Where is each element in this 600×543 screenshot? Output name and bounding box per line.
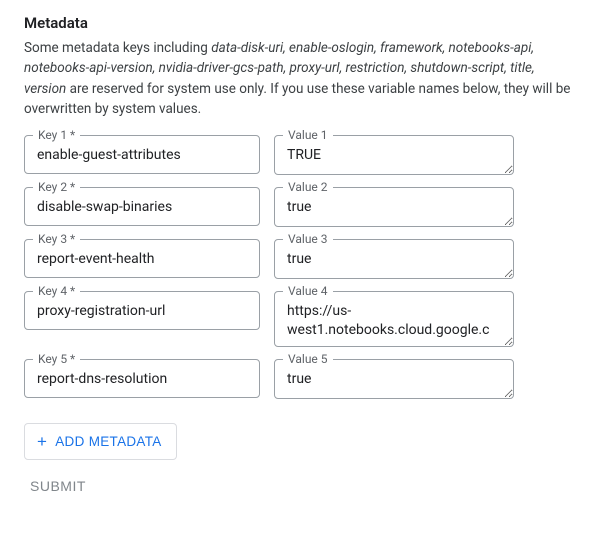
key-label-1: Key 1 * xyxy=(33,128,80,142)
value-field-5: Value 5 true xyxy=(274,359,514,399)
key-field-4: Key 4 * xyxy=(24,291,260,330)
key-label-2: Key 2 * xyxy=(33,180,80,194)
submit-button[interactable]: SUBMIT xyxy=(30,478,86,494)
key-label-3: Key 3 * xyxy=(33,232,80,246)
section-description: Some metadata keys including data-disk-u… xyxy=(24,38,576,119)
section-heading: Metadata xyxy=(24,14,576,32)
add-metadata-button[interactable]: + ADD METADATA xyxy=(24,423,177,460)
metadata-row: Key 2 * Value 2 true xyxy=(24,187,576,227)
value-label-3: Value 3 xyxy=(283,232,333,246)
value-field-3: Value 3 true xyxy=(274,239,514,279)
key-label-4: Key 4 * xyxy=(33,284,80,298)
key-label-5: Key 5 * xyxy=(33,352,80,366)
key-field-1: Key 1 * xyxy=(24,135,260,174)
metadata-rows: Key 1 * Value 1 TRUE Key 2 * Value 2 tru… xyxy=(24,135,576,399)
value-field-1: Value 1 TRUE xyxy=(274,135,514,175)
value-field-2: Value 2 true xyxy=(274,187,514,227)
value-label-4: Value 4 xyxy=(283,284,333,298)
key-field-2: Key 2 * xyxy=(24,187,260,226)
metadata-row: Key 3 * Value 3 true xyxy=(24,239,576,279)
value-label-2: Value 2 xyxy=(283,180,333,194)
key-field-5: Key 5 * xyxy=(24,359,260,398)
metadata-row: Key 5 * Value 5 true xyxy=(24,359,576,399)
desc-suffix: are reserved for system use only. If you… xyxy=(24,81,570,117)
desc-prefix: Some metadata keys including xyxy=(24,40,211,56)
value-label-5: Value 5 xyxy=(283,352,333,366)
value-input-4[interactable]: https://us-west1.notebooks.cloud.google.… xyxy=(275,292,513,346)
value-field-4: Value 4 https://us-west1.notebooks.cloud… xyxy=(274,291,514,347)
metadata-row: Key 1 * Value 1 TRUE xyxy=(24,135,576,175)
value-label-1: Value 1 xyxy=(283,128,333,142)
key-field-3: Key 3 * xyxy=(24,239,260,278)
add-metadata-label: ADD METADATA xyxy=(55,434,161,449)
plus-icon: + xyxy=(37,433,47,450)
metadata-row: Key 4 * Value 4 https://us-west1.noteboo… xyxy=(24,291,576,347)
